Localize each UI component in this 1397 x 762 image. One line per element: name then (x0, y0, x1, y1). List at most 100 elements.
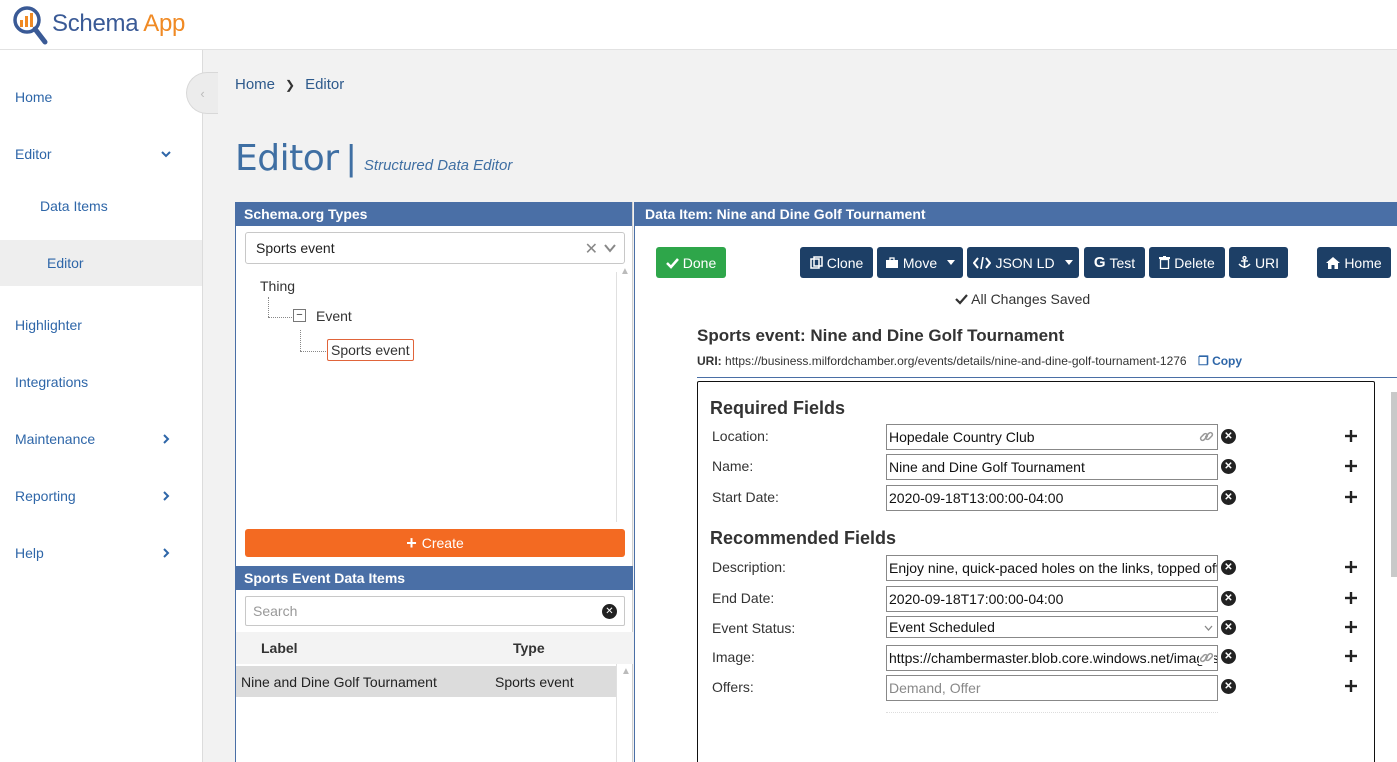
field-label-offers: Offers: (712, 679, 754, 695)
remove-field-icon[interactable]: ✕ (1221, 649, 1236, 664)
remove-field-icon[interactable]: ✕ (1221, 560, 1236, 575)
column-header-label[interactable]: Label (261, 640, 298, 656)
image-field[interactable]: https://chambermaster.blob.core.windows.… (886, 645, 1218, 671)
tree-node-thing[interactable]: Thing (260, 278, 295, 294)
panel-scrollbar[interactable] (1391, 392, 1397, 577)
end-date-field[interactable]: 2020-09-18T17:00:00-04:00 (886, 586, 1218, 612)
chevron-right-icon: ❯ (285, 77, 296, 92)
location-field[interactable]: Hopedale Country Club (886, 424, 1218, 450)
sidebar-item-integrations[interactable]: Integrations (0, 359, 202, 405)
offers-placeholder: Demand, Offer (889, 680, 981, 696)
add-field-icon[interactable] (1344, 649, 1358, 663)
scroll-up-icon[interactable]: ▲ (621, 666, 631, 677)
logo-text: Schema App (52, 10, 186, 37)
start-date-field[interactable]: 2020-09-18T13:00:00-04:00 (886, 485, 1218, 511)
sidebar-item-data-items[interactable]: Data Items (0, 183, 202, 229)
sidebar-item-reporting[interactable]: Reporting (0, 473, 202, 519)
sidebar-item-maintenance[interactable]: Maintenance (0, 416, 202, 462)
table-row[interactable]: Nine and Dine Golf Tournament Sports eve… (236, 666, 616, 697)
top-bar: Schema App (0, 0, 1397, 50)
copy-icon: ❐ (1197, 354, 1209, 368)
uri-button[interactable]: URI (1229, 247, 1288, 278)
data-item-header: Data Item: Nine and Dine Golf Tournament (635, 202, 1397, 226)
link-icon[interactable] (1199, 650, 1214, 665)
tree-node-event[interactable]: Event (316, 308, 352, 324)
add-field-icon[interactable] (1344, 490, 1358, 504)
type-select[interactable]: Sports event ✕ (245, 232, 625, 264)
field-label-description: Description: (712, 559, 786, 575)
add-field-icon[interactable] (1344, 679, 1358, 693)
field-label-start-date: Start Date: (712, 489, 779, 505)
clear-search-icon[interactable]: ✕ (602, 604, 617, 619)
type-tree: Thing − Event Sports event ▲ (236, 266, 630, 522)
json-ld-button[interactable]: JSON LD (967, 247, 1079, 278)
logo-magnifier-icon (13, 6, 48, 45)
description-field[interactable]: Enjoy nine, quick-paced holes on the lin… (886, 555, 1218, 581)
column-header-type[interactable]: Type (513, 640, 545, 656)
move-button[interactable]: Move (877, 247, 963, 278)
copy-label: Copy (1212, 354, 1243, 368)
scroll-up-icon[interactable]: ▲ (620, 266, 630, 277)
field-label-event-status: Event Status: (712, 620, 796, 636)
table-scrollbar[interactable]: ▲ (616, 664, 633, 762)
remove-field-icon[interactable]: ✕ (1221, 490, 1236, 505)
sidebar-item-label: Highlighter (15, 317, 82, 333)
schema-app-logo[interactable]: Schema App (10, 2, 185, 46)
remove-field-icon[interactable]: ✕ (1221, 679, 1236, 694)
sidebar-item-help[interactable]: Help (0, 530, 202, 576)
google-icon: G (1093, 254, 1106, 271)
add-field-icon[interactable] (1344, 459, 1358, 473)
tree-node-sports-event[interactable]: Sports event (327, 339, 414, 361)
loading-divider (886, 712, 1218, 716)
name-field[interactable]: Nine and Dine Golf Tournament (886, 454, 1218, 480)
remove-field-icon[interactable]: ✕ (1221, 620, 1236, 635)
sidebar-item-highlighter[interactable]: Highlighter (0, 302, 202, 348)
uri-line: URI: https://business.milfordchamber.org… (697, 354, 1242, 368)
trash-icon (1159, 256, 1171, 269)
chevron-down-icon[interactable] (604, 242, 616, 254)
page-title-text: Editor (235, 138, 339, 179)
save-status: All Changes Saved (955, 291, 1090, 307)
types-panel-header: Schema.org Types (236, 202, 632, 226)
tree-connector (300, 330, 301, 351)
field-label-end-date: End Date: (712, 590, 775, 606)
remove-field-icon[interactable]: ✕ (1221, 591, 1236, 606)
offers-field[interactable]: Demand, Offer (886, 675, 1218, 701)
event-status-select[interactable]: Event Scheduled (886, 616, 1218, 638)
event-status-value: Event Scheduled (889, 619, 995, 635)
add-field-icon[interactable] (1344, 591, 1358, 605)
add-field-icon[interactable] (1344, 620, 1358, 634)
home-button[interactable]: Home (1317, 247, 1391, 278)
copy-uri-button[interactable]: ❐ Copy (1198, 354, 1242, 368)
code-icon (973, 256, 992, 269)
delete-button[interactable]: Delete (1149, 247, 1225, 278)
done-label: Done (682, 254, 717, 271)
create-button[interactable]: + Create (245, 529, 625, 557)
clone-button[interactable]: Clone (800, 247, 873, 278)
row-type: Sports event (495, 674, 574, 690)
sidebar-item-editor-sub[interactable]: Editor (0, 240, 202, 286)
remove-field-icon[interactable]: ✕ (1221, 429, 1236, 444)
breadcrumb-current[interactable]: Editor (305, 76, 344, 93)
sidebar-item-editor[interactable]: Editor (0, 131, 202, 177)
tree-connector (300, 351, 326, 352)
remove-field-icon[interactable]: ✕ (1221, 459, 1236, 474)
link-icon[interactable] (1199, 429, 1214, 444)
breadcrumb-home[interactable]: Home (235, 76, 275, 93)
sidebar-item-home[interactable]: Home (0, 74, 202, 120)
items-search-input[interactable]: Search ✕ (245, 596, 625, 626)
done-button[interactable]: Done (656, 247, 726, 278)
row-label: Nine and Dine Golf Tournament (241, 674, 437, 690)
data-item-title: Sports event: Nine and Dine Golf Tournam… (697, 326, 1065, 345)
add-field-icon[interactable] (1344, 429, 1358, 443)
field-label-name: Name: (712, 458, 754, 474)
clear-selection-icon[interactable]: ✕ (585, 239, 598, 259)
add-field-icon[interactable] (1344, 560, 1358, 574)
test-button[interactable]: G Test (1084, 247, 1145, 278)
fields-form: Required Fields Location: Hopedale Count… (697, 381, 1375, 762)
home-label: Home (1344, 254, 1382, 271)
collapse-node-icon[interactable]: − (293, 309, 306, 322)
chevron-right-icon (163, 491, 170, 501)
sidebar-item-label: Maintenance (15, 431, 96, 447)
tree-scrollbar[interactable] (616, 272, 617, 522)
